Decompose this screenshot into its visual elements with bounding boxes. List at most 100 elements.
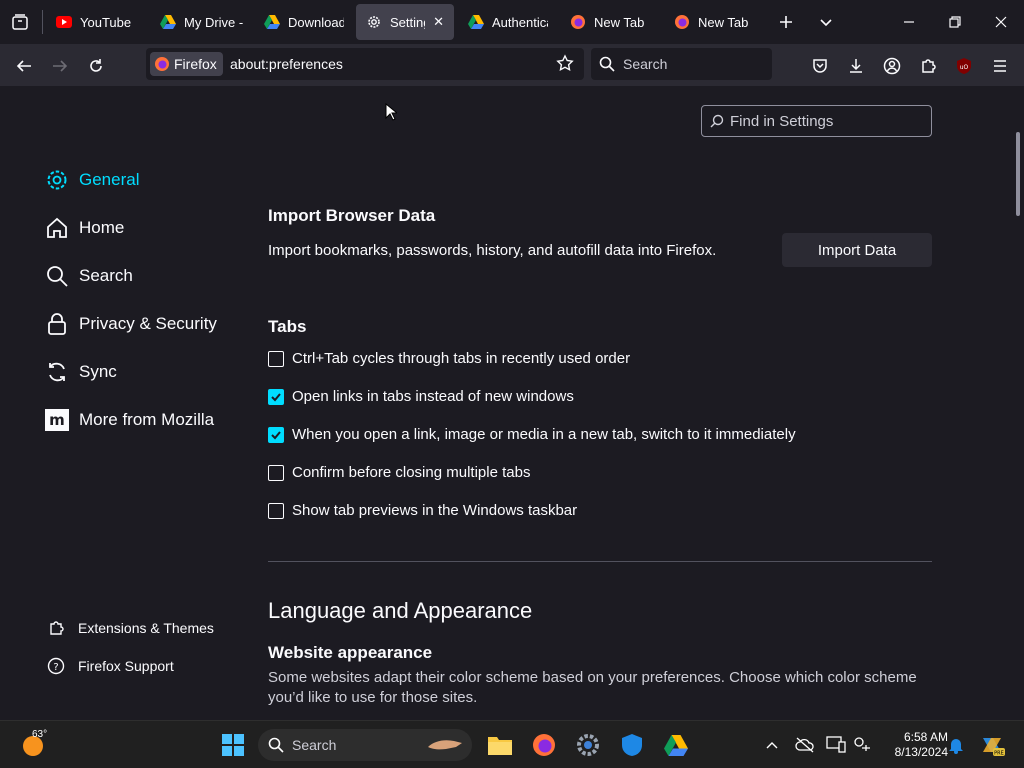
language-appearance-title: Language and Appearance [268,598,533,623]
google-drive-icon [264,14,280,30]
search-icon [268,737,284,753]
tab-new-tab-1[interactable]: New Tab [560,4,662,40]
close-window-icon[interactable] [978,0,1024,44]
firefox-icon [154,56,170,72]
file-explorer-icon[interactable] [484,729,516,761]
checkbox-label: Show tab previews in the Windows taskbar [292,502,578,519]
category-home[interactable]: Home [44,215,124,241]
category-label: More from Mozilla [79,410,215,429]
checkbox-checked[interactable] [268,426,284,443]
checkbox-unchecked[interactable] [268,350,284,367]
identity-box[interactable]: Firefox [150,52,223,76]
import-data-button[interactable]: Import Data [782,233,932,267]
hamburger-menu-icon[interactable] [986,52,1014,80]
tab-label: New Tab [698,14,749,30]
section-divider [268,561,932,562]
mozilla-icon: m [44,407,70,433]
close-tab-icon[interactable]: ✕ [433,14,444,30]
svg-text:?: ? [53,662,58,673]
tab-new-tab-2[interactable]: New Tab [664,4,766,40]
firefox-icon [570,14,586,30]
new-tab-plus-icon[interactable] [770,6,802,38]
category-search[interactable]: Search [44,263,133,289]
taskbar-clock[interactable]: 6:58 AM 8/13/2024 [878,730,948,760]
chevron-up-icon[interactable] [756,729,788,761]
find-in-settings-input[interactable]: Find in Settings [701,105,932,137]
download-icon[interactable] [842,52,870,80]
notification-bell-icon[interactable] [940,729,972,761]
checkbox-label: Confirm before closing multiple tabs [292,464,531,481]
open-links-in-tabs-checkbox[interactable]: Open links in tabs instead of new window… [268,388,574,405]
taskbar-search-box[interactable]: Search [258,729,472,761]
sync-icon [44,359,70,385]
lock-icon [44,311,70,337]
copilot-icon[interactable]: PRE [976,729,1008,761]
website-appearance-description: Some websites adapt their color scheme b… [268,669,917,706]
settings-gear-taskbar-icon[interactable] [572,729,604,761]
star-bookmark-icon[interactable] [556,54,574,77]
back-arrow-icon[interactable] [10,52,38,80]
windows-taskbar: 63° Search 6:58 AM 8/13/2024 PRE [0,720,1024,768]
tab-authentication[interactable]: Authentica [458,4,558,40]
scrollbar-thumb[interactable] [1016,132,1020,216]
windows-security-shield-icon[interactable] [616,729,648,761]
tabs-section-title: Tabs [268,317,307,336]
chevron-down-icon[interactable] [810,6,842,38]
tab-settings[interactable]: Settings ✕ [356,4,454,40]
category-privacy-security[interactable]: Privacy & Security [44,311,217,337]
forward-arrow-icon[interactable] [46,52,74,80]
pocket-icon[interactable] [806,52,834,80]
import-section-title: Import Browser Data [268,206,436,225]
extensions-puzzle-icon[interactable] [914,52,942,80]
google-drive-taskbar-icon[interactable] [660,729,692,761]
puzzle-icon [46,618,66,638]
category-label: Privacy & Security [79,314,217,333]
switch-to-new-tab-checkbox[interactable]: When you open a link, image or media in … [268,426,796,443]
search-bar[interactable]: Search [591,48,772,80]
tab-list-icon[interactable] [4,6,36,38]
network-icon[interactable] [846,729,878,761]
extensions-label: Extensions & Themes [78,620,214,636]
checkbox-unchecked[interactable] [268,464,284,481]
mouse-cursor-icon [385,103,397,121]
account-icon[interactable] [878,52,906,80]
minimize-icon[interactable] [886,0,932,44]
firefox-taskbar-icon[interactable] [528,729,560,761]
checkbox-label: Open links in tabs instead of new window… [292,388,574,405]
extensions-themes-link[interactable]: Extensions & Themes [46,618,214,638]
restore-icon[interactable] [932,0,978,44]
ublock-origin-icon[interactable]: uO [950,52,978,80]
ctrl-tab-checkbox[interactable]: Ctrl+Tab cycles through tabs in recently… [268,350,630,367]
windows-start-icon[interactable] [217,729,249,761]
url-bar[interactable]: Firefox about:preferences [146,48,584,80]
website-appearance-title: Website appearance [268,643,433,662]
category-more-from-mozilla[interactable]: m More from Mozilla [44,407,214,433]
checkbox-unchecked[interactable] [268,502,284,519]
category-sync[interactable]: Sync [44,359,117,385]
url-text[interactable]: about:preferences [230,56,343,72]
clock-time: 6:58 AM [903,730,948,744]
search-highlight-icon [426,735,466,758]
gear-icon [44,167,70,193]
clock-date: 8/13/2024 [894,745,948,759]
svg-text:uO: uO [960,64,969,71]
tab-previews-checkbox[interactable]: Show tab previews in the Windows taskbar [268,502,577,519]
reload-icon[interactable] [82,52,110,80]
firefox-support-link[interactable]: ? Firefox Support [46,656,174,676]
taskbar-search-placeholder: Search [292,737,337,753]
onedrive-offline-icon[interactable] [789,729,821,761]
temperature: 63° [32,729,48,740]
tab-download[interactable]: Download [254,4,354,40]
svg-text:m: m [49,411,65,429]
firefox-icon [674,14,690,30]
weather-widget[interactable]: 63° [20,729,60,761]
category-label: Search [79,266,133,285]
search-placeholder: Search [623,56,668,72]
tab-my-drive[interactable]: My Drive - [150,4,254,40]
tab-label: Authentica [492,14,548,30]
checkbox-checked[interactable] [268,388,284,405]
help-icon: ? [46,656,66,676]
tab-youtube[interactable]: YouTube [46,4,150,40]
confirm-closing-tabs-checkbox[interactable]: Confirm before closing multiple tabs [268,464,530,481]
category-general[interactable]: General [44,167,139,193]
